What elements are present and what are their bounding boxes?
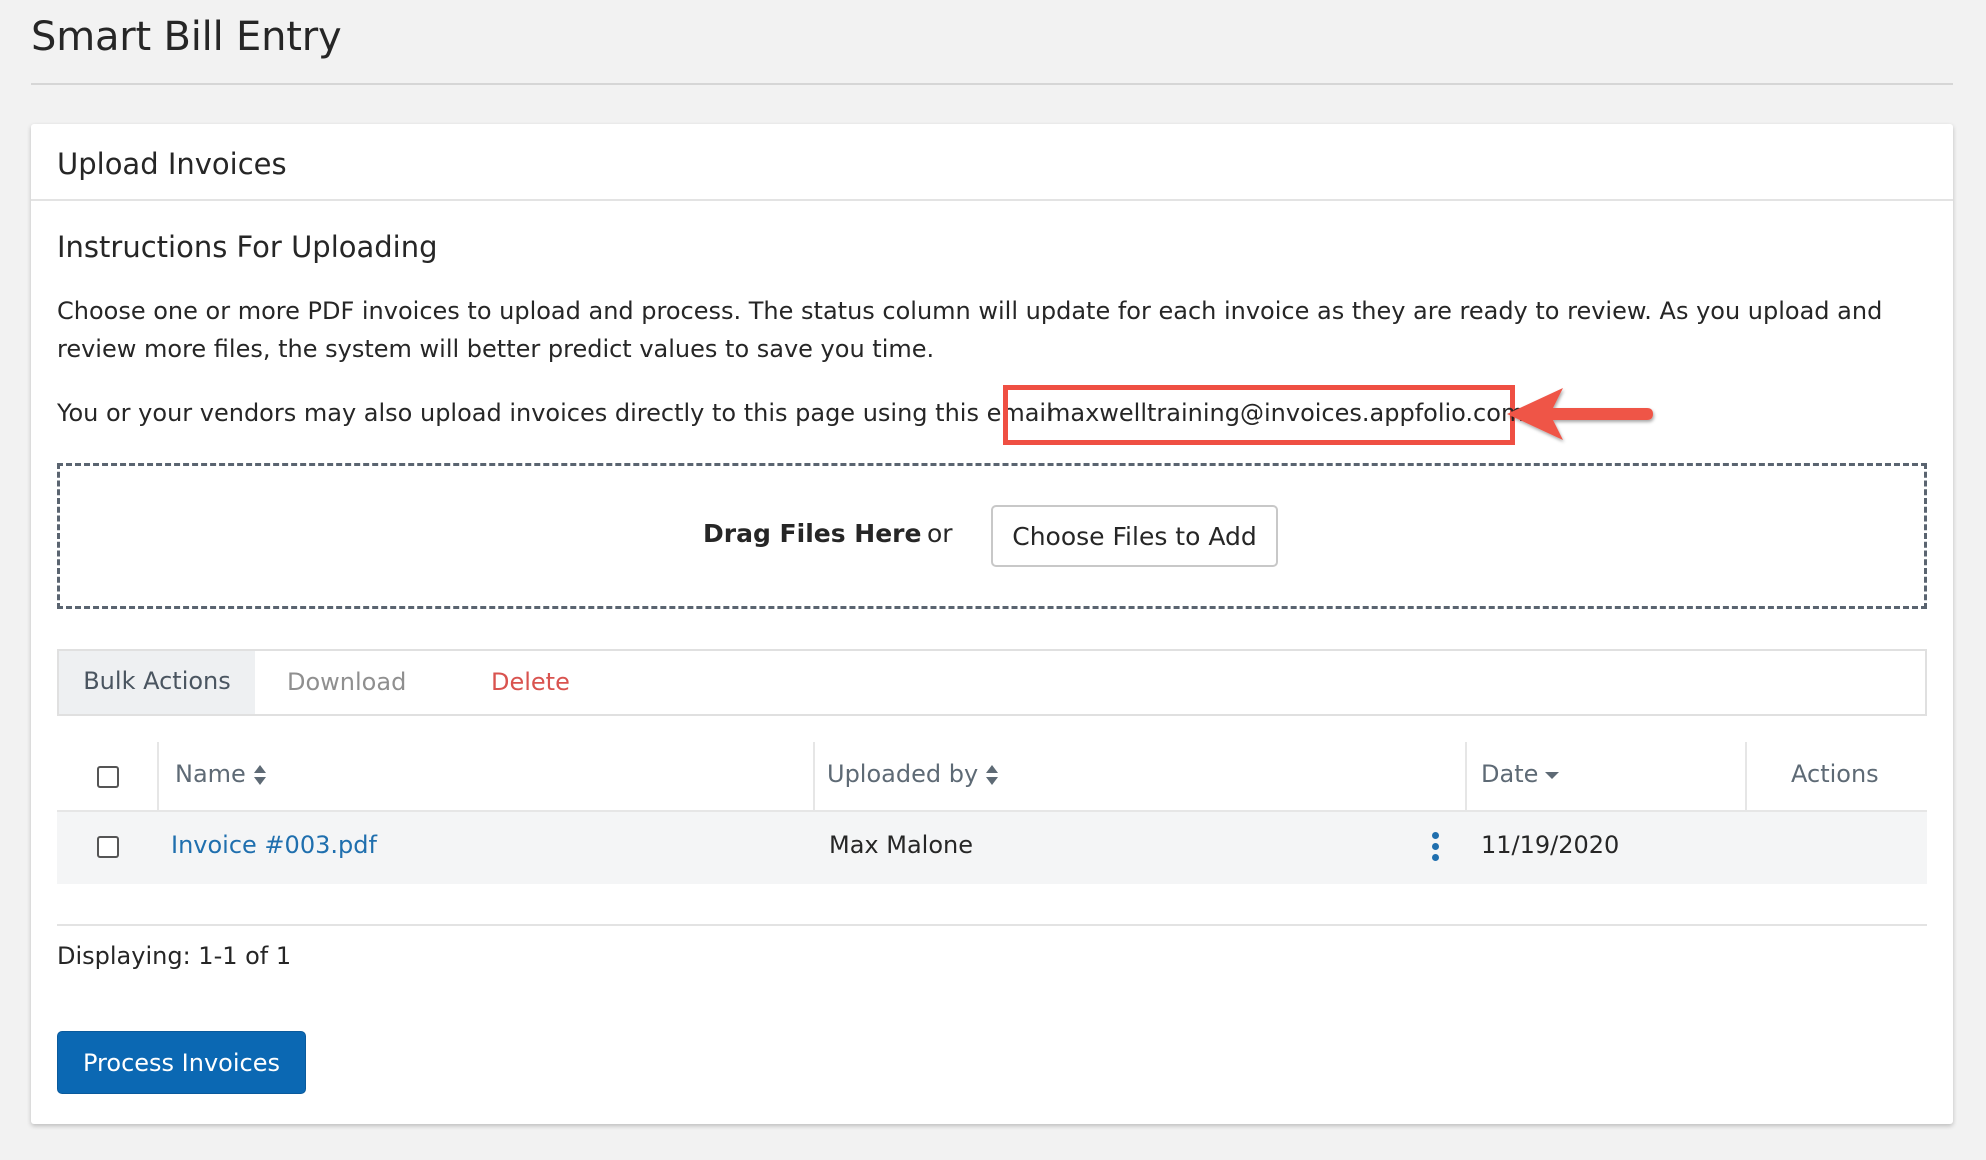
process-invoices-button[interactable]: Process Invoices — [57, 1031, 306, 1094]
download-button[interactable]: Download — [287, 651, 406, 714]
bulk-actions-label: Bulk Actions — [59, 651, 255, 714]
pagination-status: Displaying: 1-1 of 1 — [57, 942, 292, 970]
row-checkbox[interactable] — [97, 836, 119, 858]
upload-email-address: maxwelltraining@invoices.appfolio.com — [1047, 399, 1525, 427]
select-all-checkbox[interactable] — [97, 766, 119, 788]
date-column-label: Date — [1481, 760, 1539, 788]
title-divider — [31, 83, 1953, 85]
name-column-header[interactable]: Name — [175, 760, 268, 788]
instructions-title: Instructions For Uploading — [57, 230, 438, 264]
more-actions-icon[interactable] — [1429, 832, 1441, 864]
sort-icon — [253, 765, 266, 785]
uploaded-by-column-header[interactable]: Uploaded by — [827, 760, 1000, 788]
column-divider — [813, 742, 815, 812]
page-title: Smart Bill Entry — [31, 14, 342, 60]
upload-invoices-panel: Upload Invoices Instructions For Uploadi… — [31, 124, 1953, 1124]
footer-divider — [57, 924, 1927, 926]
sort-down-icon — [1545, 772, 1560, 779]
drag-files-label: Drag Files Here — [703, 519, 922, 548]
invoice-link[interactable]: Invoice #003.pdf — [171, 831, 377, 859]
actions-column-header: Actions — [1791, 760, 1879, 788]
column-divider — [157, 742, 159, 812]
column-divider — [1465, 742, 1467, 812]
uploaded-by-cell: Max Malone — [829, 831, 973, 859]
date-column-header[interactable]: Date — [1481, 760, 1560, 788]
table-row: Invoice #003.pdf Max Malone 11/19/2020 — [57, 812, 1927, 884]
uploaded-by-column-label: Uploaded by — [827, 760, 979, 788]
panel-header: Upload Invoices — [31, 124, 1953, 201]
sort-icon — [986, 765, 999, 785]
arrow-left-icon — [1507, 388, 1653, 440]
column-divider — [1745, 742, 1747, 812]
email-instructions-text: You or your vendors may also upload invo… — [57, 399, 1053, 427]
name-column-label: Name — [175, 760, 246, 788]
delete-button[interactable]: Delete — [491, 651, 570, 714]
instructions-text: Choose one or more PDF invoices to uploa… — [57, 297, 1883, 363]
or-label: or — [927, 519, 953, 548]
date-cell: 11/19/2020 — [1481, 831, 1620, 859]
panel-title: Upload Invoices — [57, 147, 287, 181]
bulk-actions-bar: Bulk Actions Download Delete — [57, 649, 1927, 716]
table-header: Name Uploaded by Date Actions — [57, 742, 1927, 812]
choose-files-button[interactable]: Choose Files to Add — [991, 505, 1278, 567]
